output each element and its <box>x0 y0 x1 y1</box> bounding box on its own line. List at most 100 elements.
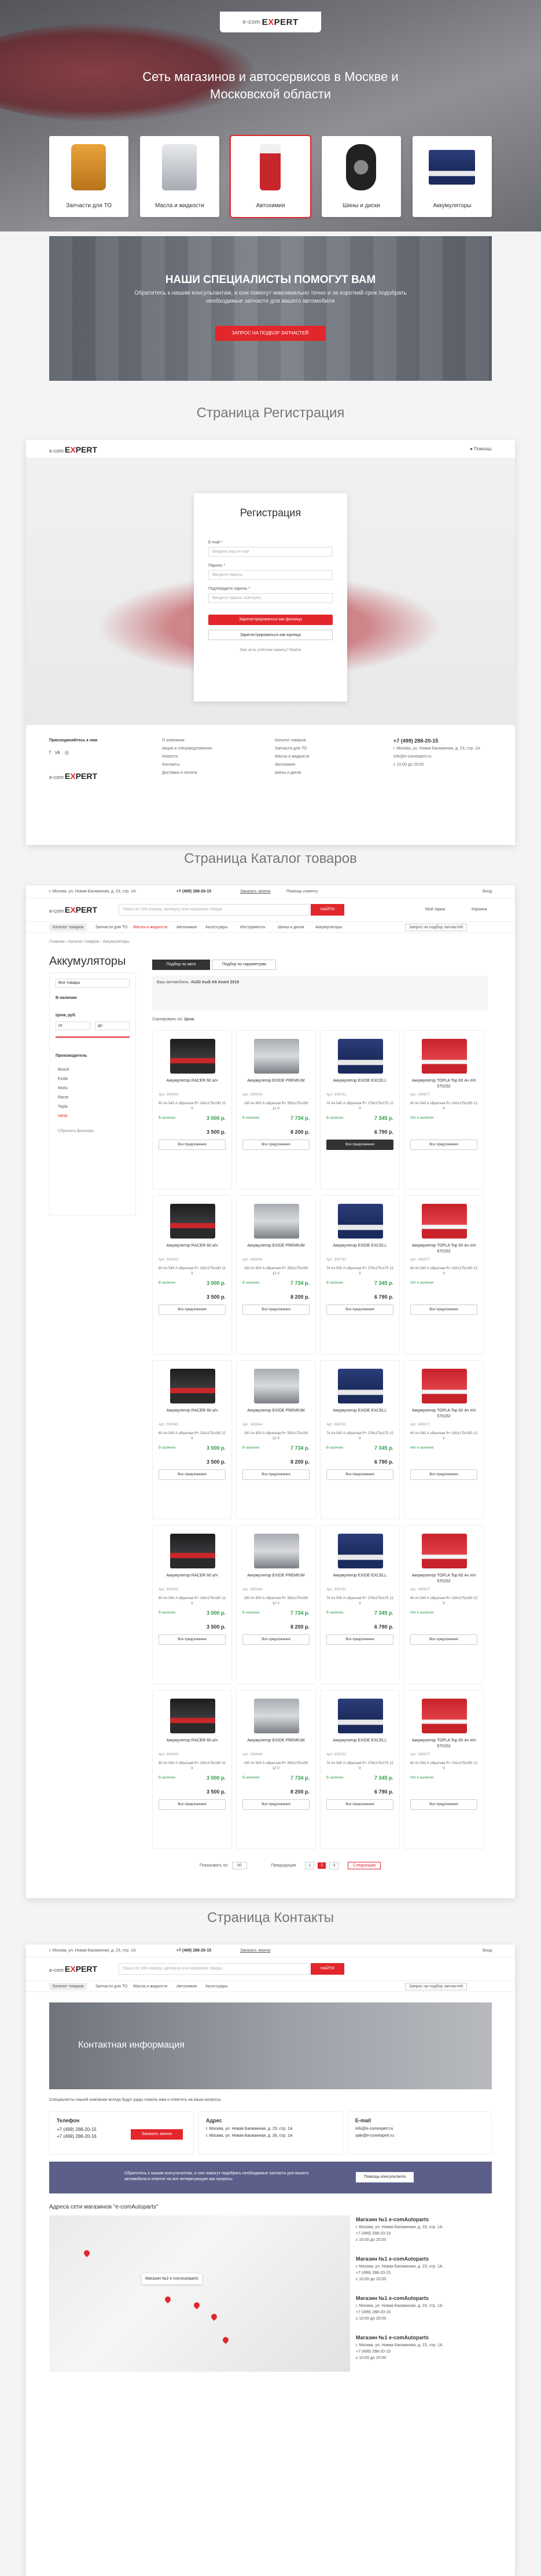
nav-catalog[interactable]: Каталог товаров <box>49 924 87 931</box>
product-card[interactable]: Аккумулятор EXIDE EXCELL Арт.: 600761 74 А… <box>320 1360 400 1519</box>
product-card[interactable]: Аккумулятор EXIDE PREMIUM Арт.: 600044 100… <box>236 1195 316 1354</box>
map-pin-icon[interactable] <box>209 2312 219 2321</box>
product-name[interactable]: Аккумулятор EXIDE EXCELL <box>326 1573 393 1579</box>
all-offers-button[interactable]: Все предложения <box>326 1304 393 1315</box>
email-field[interactable]: Введите ваш e-mail <box>208 547 333 557</box>
battery-image[interactable] <box>422 1204 467 1239</box>
filter-all-select[interactable]: Все товары <box>56 979 130 988</box>
site-logo[interactable]: e-com E X PERT <box>220 12 321 32</box>
product-name[interactable]: Аккумулятор EXIDE PREMIUM <box>242 1573 310 1579</box>
store-phone[interactable]: +7 (499) 288-20-15 <box>356 2270 492 2276</box>
all-offers-button[interactable]: Все предложения <box>242 1799 310 1810</box>
battery-image[interactable] <box>422 1534 467 1568</box>
all-offers-button[interactable]: Все предложения <box>410 1634 477 1645</box>
all-offers-button[interactable]: Все предложения <box>159 1304 226 1315</box>
all-offers-button[interactable]: Все предложения <box>410 1469 477 1480</box>
consultant-button[interactable]: Помощь консультанта <box>356 2172 414 2182</box>
tab-by-car[interactable]: Подбор по авто <box>152 960 210 970</box>
site-logo[interactable]: e-com EXPERT <box>49 1964 97 1974</box>
product-card[interactable]: Аккумулятор EXIDE EXCELL Арт.: 600761 74 А… <box>320 1690 400 1849</box>
category-tile-parts[interactable]: Запчасти для ТО <box>49 136 128 217</box>
all-offers-button[interactable]: Все предложения <box>242 1140 310 1150</box>
price-slider[interactable] <box>56 1037 130 1038</box>
product-card[interactable]: Аккумулятор RACER 60 a/ч Арт.: 600043 60 А… <box>152 1525 232 1684</box>
product-name[interactable]: Аккумулятор EXIDE PREMIUM <box>242 1408 310 1414</box>
site-logo[interactable]: e-com EXPERT <box>49 905 97 914</box>
sort-control[interactable]: Сортировать по: Цена <box>152 1017 194 1021</box>
price-to-input[interactable]: до <box>95 1021 130 1030</box>
product-card[interactable]: Аккумулятор TOPLA Top 60 Ач п/п 570152 Ар… <box>404 1690 484 1849</box>
product-card[interactable]: Аккумулятор EXIDE PREMIUM Арт.: 600044 100… <box>236 1525 316 1684</box>
password-confirm-field[interactable]: Введите пароль повторно <box>208 593 333 603</box>
store-phone[interactable]: +7 (499) 288-20-15 <box>356 2230 492 2237</box>
product-card[interactable]: Аккумулятор EXIDE PREMIUM Арт.: 600044 100… <box>236 1030 316 1189</box>
product-name[interactable]: Аккумулятор RACER 60 a/ч <box>159 1078 226 1084</box>
all-offers-button[interactable]: Все предложения <box>159 1140 226 1150</box>
all-offers-button[interactable]: Все предложения <box>410 1304 477 1315</box>
store-item[interactable]: Магазин №1 e-comAutoparts г. Москва, ул. … <box>356 2335 492 2361</box>
product-name[interactable]: Аккумулятор EXIDE EXCELL <box>326 1243 393 1249</box>
garage-link[interactable]: Мой гараж <box>425 907 445 912</box>
tab-by-params[interactable]: Подбор по параметрам <box>212 960 276 970</box>
battery-image[interactable] <box>338 1039 383 1074</box>
battery-image[interactable] <box>170 1699 215 1733</box>
page-2[interactable]: 2 <box>318 1862 326 1869</box>
battery-image[interactable] <box>170 1369 215 1403</box>
help-link[interactable]: ● Помощь <box>470 446 492 451</box>
product-name[interactable]: Аккумулятор EXIDE EXCELL <box>326 1738 393 1744</box>
battery-image[interactable] <box>422 1369 467 1403</box>
battery-image[interactable] <box>338 1534 383 1568</box>
category-tile-batteries[interactable]: Аккумуляторы <box>413 136 492 217</box>
search-input[interactable]: Поиск по VIN номеру, артикулу или назван… <box>119 1963 310 1975</box>
cart-link[interactable]: Корзина <box>472 907 487 912</box>
price-from-input[interactable]: от <box>56 1021 90 1030</box>
category-tile-chemistry[interactable]: Автохимия <box>230 135 311 218</box>
map-pin-icon[interactable] <box>163 2295 172 2304</box>
product-card[interactable]: Аккумулятор EXIDE PREMIUM Арт.: 600044 100… <box>236 1360 316 1519</box>
product-name[interactable]: Аккумулятор EXIDE PREMIUM <box>242 1243 310 1249</box>
all-offers-button[interactable]: Все предложения <box>159 1799 226 1810</box>
login-link[interactable]: Вход <box>483 890 492 894</box>
product-card[interactable]: Аккумулятор TOPLA Top 60 Ач п/п 570152 Ар… <box>404 1525 484 1684</box>
per-page-select[interactable]: 50 <box>231 1862 247 1869</box>
social-icons[interactable]: f vk ◎ <box>49 749 69 756</box>
map-pin-icon[interactable] <box>221 2335 230 2345</box>
all-offers-button[interactable]: Все предложения <box>159 1469 226 1480</box>
product-name[interactable]: Аккумулятор RACER 60 a/ч <box>159 1738 226 1744</box>
product-card[interactable]: Аккумулятор RACER 60 a/ч Арт.: 600043 60 А… <box>152 1195 232 1354</box>
product-card[interactable]: Аккумулятор TOPLA Top 60 Ач п/п 570152 Ар… <box>404 1360 484 1519</box>
store-phone[interactable]: +7 (499) 288-20-15 <box>356 2309 492 2316</box>
product-name[interactable]: Аккумулятор EXIDE EXCELL <box>326 1408 393 1414</box>
product-name[interactable]: Аккумулятор RACER 60 a/ч <box>159 1408 226 1414</box>
all-offers-button[interactable]: Все предложения <box>242 1634 310 1645</box>
product-card[interactable]: Аккумулятор RACER 60 a/ч Арт.: 600043 60 А… <box>152 1030 232 1189</box>
parts-request-button[interactable]: Запрос на подбор запчастей <box>405 924 468 931</box>
battery-image[interactable] <box>338 1369 383 1403</box>
store-item[interactable]: Магазин №1 e-comAutoparts г. Москва, ул. … <box>356 2217 492 2243</box>
maker-list[interactable]: Bosch Exide Mutlu Racer Topla Varta <box>58 1065 69 1121</box>
footer-logo[interactable]: e-com EXPERT <box>49 771 97 781</box>
password-field[interactable]: Введите пароль <box>208 570 333 580</box>
product-name[interactable]: Аккумулятор TOPLA Top 60 Ач п/п 570152 <box>410 1738 477 1750</box>
search-button[interactable]: НАЙТИ <box>311 904 344 916</box>
search-button[interactable]: НАЙТИ <box>311 1963 344 1975</box>
product-card[interactable]: Аккумулятор EXIDE PREMIUM Арт.: 600044 100… <box>236 1690 316 1849</box>
product-name[interactable]: Аккумулятор TOPLA Top 60 Ач п/п 570152 <box>410 1243 477 1255</box>
site-logo[interactable]: e-com EXPERT <box>49 445 97 454</box>
product-card[interactable]: Аккумулятор RACER 60 a/ч Арт.: 600043 60 А… <box>152 1360 232 1519</box>
map-pin-icon[interactable] <box>192 2301 201 2310</box>
battery-image[interactable] <box>338 1699 383 1733</box>
prev-page[interactable]: Предыдущая <box>271 1864 296 1868</box>
product-name[interactable]: Аккумулятор TOPLA Top 60 Ач п/п 570152 <box>410 1408 477 1420</box>
stores-map[interactable]: Магазин №2 e-comAutoparts <box>49 2215 350 2372</box>
all-offers-button[interactable]: Все предложения <box>410 1140 477 1150</box>
battery-image[interactable] <box>170 1204 215 1239</box>
next-page[interactable]: Следующая <box>348 1862 381 1869</box>
battery-image[interactable] <box>170 1039 215 1074</box>
map-pin-icon[interactable] <box>82 2248 91 2258</box>
product-name[interactable]: Аккумулятор TOPLA Top 60 Ач п/п 570152 <box>410 1078 477 1090</box>
battery-image[interactable] <box>422 1699 467 1733</box>
product-card[interactable]: Аккумулятор EXIDE EXCELL Арт.: 600761 74 А… <box>320 1525 400 1684</box>
product-card[interactable]: Аккумулятор TOPLA Top 60 Ач п/п 570152 Ар… <box>404 1195 484 1354</box>
all-offers-button[interactable]: Все предложения <box>410 1799 477 1810</box>
